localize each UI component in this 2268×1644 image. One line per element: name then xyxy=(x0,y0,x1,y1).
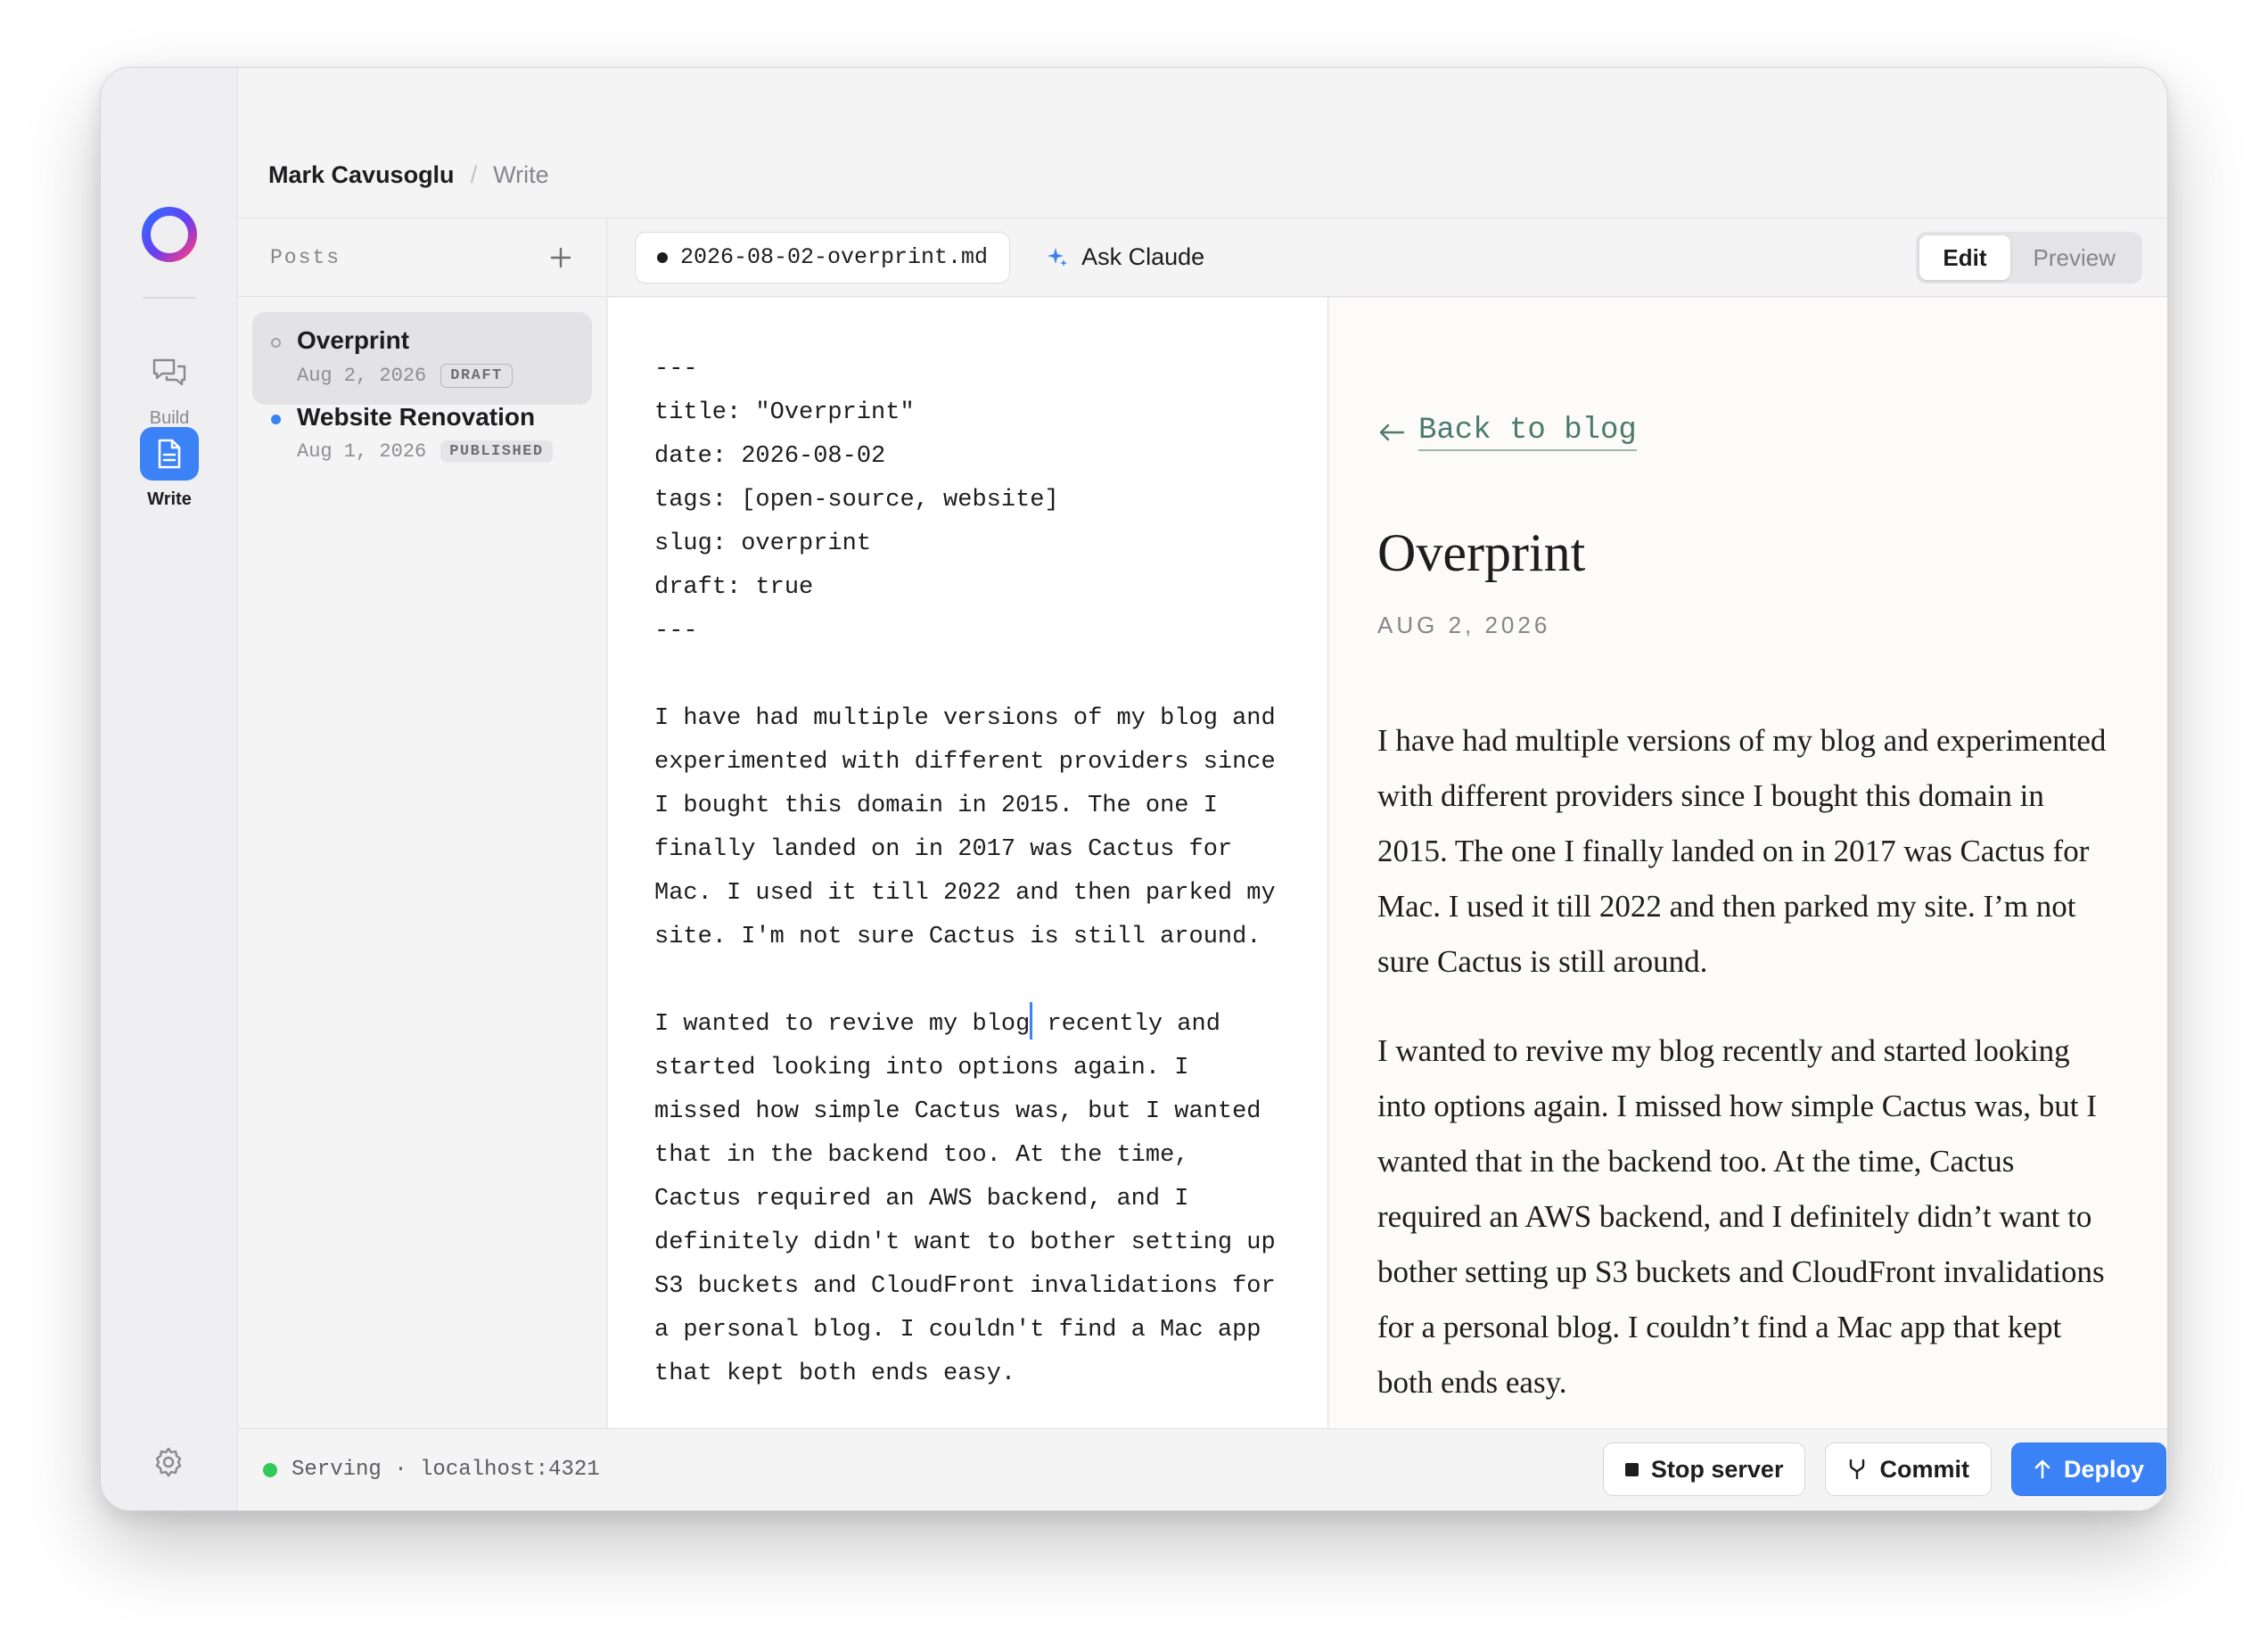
file-tab[interactable]: 2026-08-02-overprint.md xyxy=(635,231,1011,284)
editor-line: site. I'm not sure Cactus is still aroun… xyxy=(654,924,1261,950)
editor-line: Mac. I used it till 2022 and then parked… xyxy=(654,880,1276,907)
post-item-website-renovation[interactable]: Website Renovation Aug 1, 2026 PUBLISHED xyxy=(252,389,592,481)
deploy-label: Deploy xyxy=(2063,1455,2144,1483)
post-date: Aug 1, 2026 xyxy=(297,440,427,463)
posts-panel: Posts Overprint Aug 2, 2026 DRAFT Websit… xyxy=(238,218,607,1428)
rail-label-build: Build xyxy=(149,408,190,428)
editor-line: title: "Overprint" xyxy=(654,399,915,426)
preview-paragraph: I wanted to revive my blog recently and … xyxy=(1377,1033,2105,1400)
posts-title: Posts xyxy=(270,245,341,269)
post-date: Aug 2, 2026 xyxy=(297,365,427,387)
editor-line-head: I wanted to revive my blog xyxy=(654,1011,1031,1038)
post-meta: Aug 2, 2026 DRAFT xyxy=(297,364,592,388)
status-bar: Serving · localhost:4321 Stop server Com… xyxy=(238,1428,2167,1510)
editor-line: tags: [open-source, website] xyxy=(654,487,1059,514)
editor-line: I have had multiple versions of my blog … xyxy=(654,705,1276,732)
deploy-button[interactable]: Deploy xyxy=(2010,1443,2166,1496)
side-rail: Build Write xyxy=(101,68,238,1510)
stop-icon xyxy=(1624,1462,1639,1476)
editor-line: Cactus required an AWS backend, and I xyxy=(654,1186,1189,1212)
plus-icon xyxy=(550,247,571,267)
arrow-up-icon xyxy=(2034,1459,2050,1479)
status-badge: DRAFT xyxy=(440,364,513,388)
status-actions: Stop server Commit Deploy xyxy=(1602,1443,2167,1496)
app-logo-icon[interactable] xyxy=(139,204,200,265)
editor-line: that in the backend too. At the time, xyxy=(654,1142,1189,1169)
editor-line: --- xyxy=(654,618,698,645)
server-running-dot xyxy=(263,1462,277,1477)
sparkle-icon xyxy=(1048,247,1068,267)
arrow-left-icon xyxy=(1379,423,1405,441)
gear-icon[interactable] xyxy=(151,1444,186,1480)
document-icon xyxy=(140,427,199,481)
editor-line: finally landed on in 2017 was Cactus for xyxy=(654,836,1233,863)
editor-line: S3 buckets and CloudFront invalidations … xyxy=(654,1273,1276,1300)
post-title: Website Renovation xyxy=(297,403,536,431)
stop-server-label: Stop server xyxy=(1650,1455,1784,1483)
ask-claude-label: Ask Claude xyxy=(1081,243,1205,270)
published-status-dot xyxy=(271,415,281,424)
post-title: Overprint xyxy=(297,326,410,354)
editor-line: definitely didn't want to bother setting… xyxy=(654,1229,1276,1256)
add-post-button[interactable] xyxy=(546,242,576,273)
markdown-editor[interactable]: --- title: "Overprint" date: 2026-08-02 … xyxy=(608,298,1328,1428)
preview-date: AUG 2, 2026 xyxy=(1377,612,1551,638)
editor-line: I bought this domain in 2015. The one I xyxy=(654,793,1218,819)
editor-line: draft: true xyxy=(654,574,814,601)
preview-pane: Back to blog Overprint AUG 2, 2026 I hav… xyxy=(1329,298,2167,1428)
rail-item-write[interactable]: Write xyxy=(101,427,238,510)
back-to-blog-link[interactable]: Back to blog xyxy=(1377,414,1637,451)
editor-line: --- xyxy=(654,356,698,382)
editor-line-with-caret: I wanted to revive my blog recently and xyxy=(654,1001,1283,1047)
rail-divider xyxy=(143,297,196,299)
draft-status-dot xyxy=(271,338,281,348)
editor-line: slug: overprint xyxy=(654,530,872,557)
breadcrumb: Mark Cavusoglu / Write xyxy=(268,157,549,193)
breadcrumb-owner[interactable]: Mark Cavusoglu xyxy=(268,161,455,189)
server-status-text: Serving · localhost:4321 xyxy=(292,1458,600,1482)
commit-label: Commit xyxy=(1879,1455,1969,1483)
back-to-blog-label: Back to blog xyxy=(1418,414,1637,451)
editor-line: date: 2026-08-02 xyxy=(654,443,886,470)
preview-body: I have had multiple versions of my blog … xyxy=(1377,713,2119,1428)
editor-line: that kept both ends easy. xyxy=(654,1360,1016,1387)
chat-bubbles-icon xyxy=(140,346,199,399)
file-name: 2026-08-02-overprint.md xyxy=(680,244,989,270)
editor-line: a personal blog. I couldn't find a Mac a… xyxy=(654,1317,1261,1344)
editor-line: started looking into options again. I xyxy=(654,1055,1189,1081)
rail-item-build[interactable]: Build xyxy=(101,346,238,429)
breadcrumb-separator: / xyxy=(470,160,478,188)
server-status: Serving · localhost:4321 xyxy=(263,1458,600,1482)
editor-line-tail: recently and xyxy=(1032,1011,1220,1038)
preview-paragraph: I have had multiple versions of my blog … xyxy=(1377,723,2107,979)
stop-server-button[interactable]: Stop server xyxy=(1602,1443,1806,1496)
tab-edit[interactable]: Edit xyxy=(1919,235,2010,280)
preview-title: Overprint xyxy=(1377,523,1586,582)
view-mode-toggle: Edit Preview xyxy=(1916,232,2142,284)
commit-button[interactable]: Commit xyxy=(1825,1443,1992,1496)
unsaved-dot-icon xyxy=(657,251,668,263)
tab-preview[interactable]: Preview xyxy=(2010,235,2139,280)
ask-claude-button[interactable]: Ask Claude xyxy=(1046,243,1204,271)
app-window: Build Write Mark Cavusoglu / Write Posts xyxy=(100,67,2168,1511)
breadcrumb-page: Write xyxy=(493,160,549,188)
git-branch-icon xyxy=(1850,1459,1865,1480)
editor-line: experimented with different providers si… xyxy=(654,749,1276,776)
post-meta: Aug 1, 2026 PUBLISHED xyxy=(297,440,592,463)
posts-header: Posts xyxy=(238,218,606,297)
rail-label-write: Write xyxy=(147,489,192,509)
editor-toolbar: 2026-08-02-overprint.md Ask Claude Edit … xyxy=(608,218,2167,297)
editor-line: missed how simple Cactus was, but I want… xyxy=(654,1098,1261,1125)
status-badge: PUBLISHED xyxy=(440,440,553,463)
